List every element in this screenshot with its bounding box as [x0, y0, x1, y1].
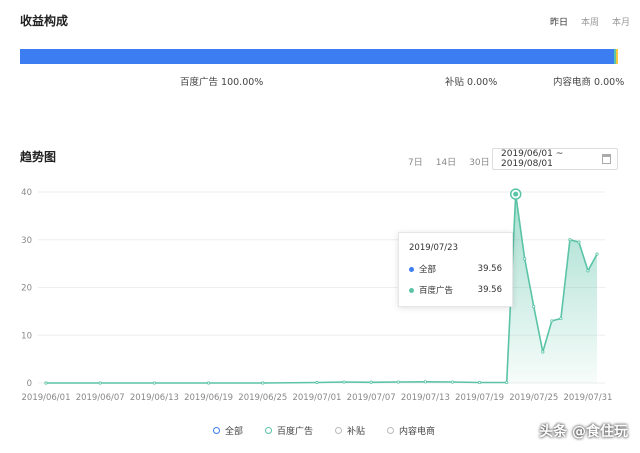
legend-ring-icon [265, 427, 273, 434]
tab-this-week[interactable]: 本周 [581, 15, 599, 28]
label-content-ecommerce-name: 内容电商 [553, 77, 592, 88]
data-point [532, 305, 536, 309]
x-tick-label: 2019/07/25 [509, 393, 558, 403]
legend-item-content-ecommerce[interactable]: 内容电商 [387, 424, 435, 437]
y-tick-label: 10 [21, 331, 32, 341]
trend-title: 趋势图 [20, 150, 57, 164]
tooltip-name-baidu-ads: 百度广告 [419, 286, 454, 296]
tab-7-days[interactable]: 7日 [408, 155, 423, 168]
calendar-icon [602, 154, 611, 164]
segment-baidu-ads [20, 49, 614, 64]
label-content-ecommerce: 内容电商 0.00% [553, 74, 624, 88]
y-tick-label: 20 [21, 284, 32, 294]
x-tick-label: 2019/07/13 [401, 393, 450, 403]
data-point [450, 380, 455, 384]
legend-ring-icon [335, 427, 343, 434]
segment-content-ecommerce [616, 49, 618, 64]
tooltip-row-all: 全部 39.56 [409, 263, 502, 275]
period-tabs: 昨日 本周 本月 [550, 15, 630, 28]
x-tick-label: 2019/06/25 [238, 393, 287, 403]
x-tick-label: 2019/06/19 [184, 393, 233, 403]
data-point [477, 380, 482, 385]
tab-30-days[interactable]: 30日 [469, 155, 489, 168]
legend-ring-icon [387, 427, 395, 434]
data-point [595, 252, 599, 256]
data-point [206, 381, 211, 385]
x-tick-label: 2019/07/01 [292, 393, 341, 403]
legend-item-all[interactable]: 全部 [213, 424, 243, 437]
composition-title: 收益构成 [20, 14, 69, 28]
data-point [315, 380, 319, 385]
legend-item-baidu-ads[interactable]: 百度广告 [265, 424, 313, 437]
tab-this-month[interactable]: 本月 [612, 15, 630, 28]
legend-item-subsidy[interactable]: 补贴 [335, 424, 365, 437]
legend-label-content-ecommerce: 内容电商 [399, 427, 436, 437]
data-point [98, 381, 102, 385]
data-point [541, 350, 545, 354]
x-tick-label: 2019/06/13 [130, 393, 179, 403]
date-range-picker[interactable]: 2019/06/01 ~ 2019/08/01 [492, 148, 618, 170]
tab-yesterday[interactable]: 昨日 [550, 15, 568, 28]
y-tick-label: 0 [27, 379, 32, 389]
legend-label-all: 全部 [225, 427, 244, 437]
tooltip-value-all: 39.56 [477, 264, 502, 274]
tooltip-name-all: 全部 [419, 265, 437, 275]
data-point [550, 319, 554, 323]
date-range-text: 2019/06/01 ~ 2019/08/01 [501, 149, 564, 169]
y-tick-label: 40 [21, 188, 32, 198]
label-subsidy-percent: 0.00% [467, 77, 498, 88]
composition-bar [20, 49, 618, 64]
chart-tooltip: 2019/07/23 全部 39.56 百度广告 39.56 [398, 232, 513, 307]
data-point [523, 257, 527, 261]
label-subsidy: 补贴 0.00% [445, 74, 497, 88]
label-content-ecommerce-percent: 0.00% [594, 77, 625, 88]
data-point [423, 380, 427, 384]
data-point [152, 381, 156, 385]
range-tabs: 7日 14日 30日 [408, 155, 490, 168]
data-point [568, 238, 572, 242]
data-point [577, 240, 581, 244]
watermark: 头条 @食住玩 [539, 424, 628, 440]
highlight-point-inner [513, 191, 519, 197]
y-tick-label: 30 [21, 236, 32, 246]
chart-legend: 全部 百度广告 补贴 内容电商 [213, 424, 435, 437]
data-point [396, 380, 400, 384]
tooltip-dot-baidu-ads [409, 287, 414, 293]
data-point [559, 316, 563, 321]
tab-14-days[interactable]: 14日 [436, 155, 456, 168]
data-point [44, 381, 48, 385]
label-subsidy-name: 补贴 [445, 77, 465, 88]
legend-ring-icon [213, 427, 220, 434]
label-baidu-ads-percent: 100.00% [221, 77, 264, 88]
tooltip-date: 2019/07/23 [409, 243, 458, 253]
legend-label-baidu-ads: 百度广告 [277, 427, 314, 437]
x-tick-label: 2019/06/07 [76, 393, 125, 403]
label-baidu-ads: 百度广告 100.00% [180, 74, 263, 88]
label-baidu-ads-name: 百度广告 [180, 77, 219, 88]
data-point [261, 381, 265, 385]
tooltip-dot-all [409, 266, 414, 272]
x-tick-label: 2019/07/07 [347, 393, 396, 403]
x-tick-label: 2019/06/01 [22, 393, 71, 403]
tooltip-row-baidu-ads: 百度广告 39.56 [409, 284, 502, 296]
x-tick-label: 2019/07/31 [563, 393, 612, 403]
data-point [342, 380, 346, 384]
data-point [505, 380, 509, 385]
x-tick-label: 2019/07/19 [455, 393, 504, 403]
trend-chart: 0 10 20 30 40 2019/06/01 2019/06/07 2019/06/13 2… [21, 188, 612, 403]
tooltip-value-baidu-ads: 39.56 [477, 285, 502, 295]
legend-label-subsidy: 补贴 [347, 427, 366, 437]
data-point [369, 380, 373, 384]
data-point [586, 269, 590, 273]
